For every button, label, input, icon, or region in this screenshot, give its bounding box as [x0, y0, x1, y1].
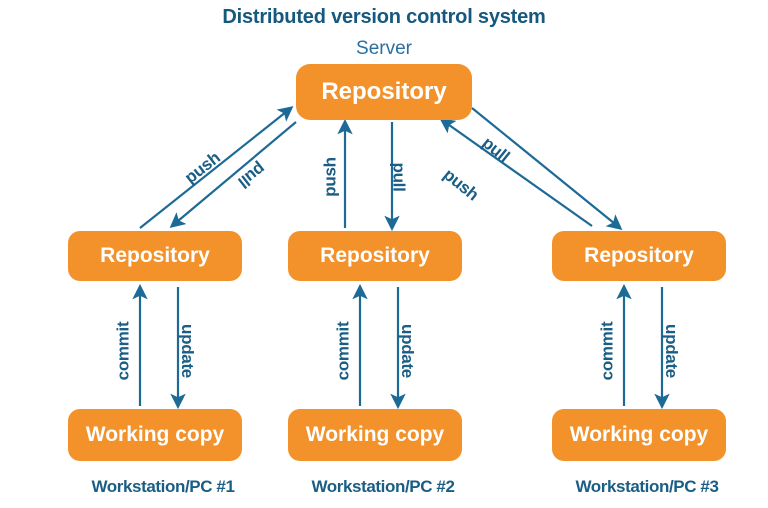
server-label: Server: [356, 38, 412, 59]
edge-label-commit-col1: commit: [113, 321, 133, 381]
node-repository-1[interactable]: Repository: [68, 231, 242, 281]
node-working-copy-2[interactable]: Working copy: [288, 409, 462, 461]
edge-label-pull-col2: pull: [389, 162, 409, 192]
page-title: Distributed version control system: [222, 6, 546, 28]
workstation-label-2: Workstation/PC #2: [311, 477, 455, 496]
workstation-label-1: Workstation/PC #1: [91, 477, 235, 496]
node-working-copy-1[interactable]: Working copy: [68, 409, 242, 461]
node-server-repository[interactable]: Repository: [296, 64, 472, 120]
arrow-pull-col3: [471, 107, 623, 230]
node-working-copy-3[interactable]: Working copy: [552, 409, 726, 461]
diagram-canvas: Distributed version control system Serve…: [0, 0, 768, 508]
workstation-label-3: Workstation/PC #3: [575, 477, 719, 496]
edge-label-update-col3: update: [661, 324, 681, 378]
node-repository-3[interactable]: Repository: [552, 231, 726, 281]
edge-label-push-col2: push: [320, 157, 340, 197]
node-repository-2[interactable]: Repository: [288, 231, 462, 281]
edge-label-commit-col2: commit: [333, 321, 353, 381]
edge-label-update-col1: update: [177, 324, 197, 378]
edge-label-commit-col3: commit: [597, 321, 617, 381]
edge-label-update-col2: update: [397, 324, 417, 378]
arrow-push-col3: [439, 118, 593, 227]
